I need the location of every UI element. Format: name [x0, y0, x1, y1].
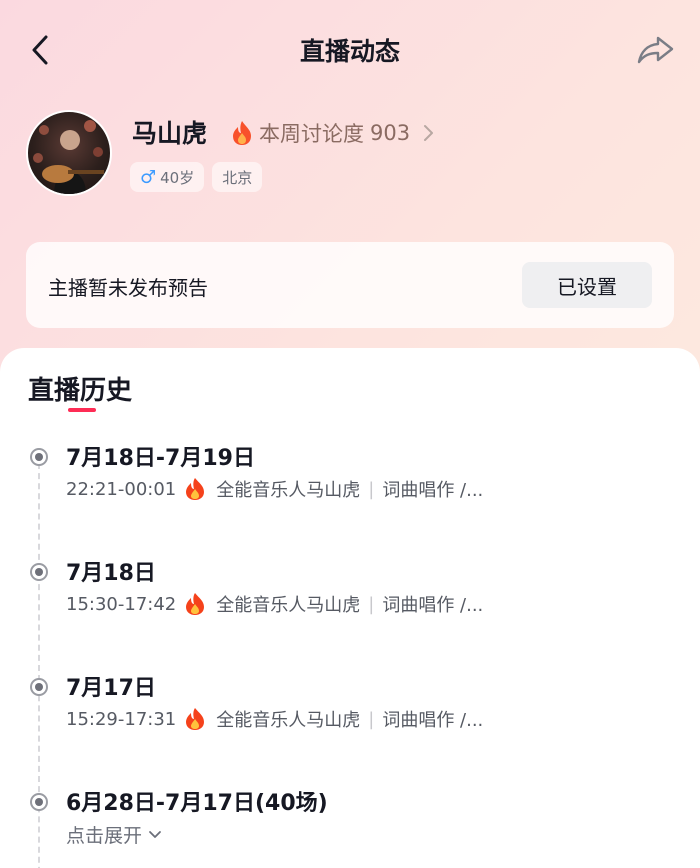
chevron-right-icon: [424, 125, 434, 141]
live-history-panel: 直播历史 7月18日-7月19日 22:21-00:01 全能音乐人马山虎 | …: [0, 348, 700, 868]
timeline-dot: [30, 448, 48, 466]
history-entry[interactable]: 7月18日-7月19日 22:21-00:01 全能音乐人马山虎 | 词曲唱作 …: [0, 440, 700, 520]
separator: |: [368, 593, 375, 615]
entry-title: 全能音乐人马山虎: [216, 595, 361, 616]
history-group-entry: 6月28日-7月17日(40场) 点击展开: [0, 785, 700, 865]
preview-notice-card: 主播暂未发布预告 已设置: [26, 242, 674, 328]
anchor-name[interactable]: 马山虎: [132, 114, 207, 150]
fire-icon: [186, 593, 205, 615]
chevron-down-icon: [149, 830, 161, 838]
reminder-set-button[interactable]: 已设置: [522, 262, 652, 308]
entry-tags: 词曲唱作 /...: [382, 480, 484, 501]
nav-bar: 直播动态: [0, 0, 700, 100]
weekly-heat-link[interactable]: 本周讨论度 903: [231, 118, 434, 148]
entry-date: 7月18日: [66, 561, 156, 586]
expand-button[interactable]: 点击展开: [66, 821, 162, 848]
group-date-range: 6月28日-7月17日(40场): [66, 791, 328, 816]
timeline-dot: [30, 563, 48, 581]
history-entry[interactable]: 7月17日 15:29-17:31 全能音乐人马山虎 | 词曲唱作 /...: [0, 670, 700, 750]
entry-tags: 词曲唱作 /...: [382, 595, 484, 616]
tab-underline: [68, 408, 96, 412]
age-text: 40岁: [160, 168, 195, 187]
page-title: 直播动态: [299, 37, 400, 66]
timeline-dot: [30, 793, 48, 811]
location-tag: 北京: [212, 162, 263, 192]
entry-time: 15:29-17:31: [66, 708, 177, 730]
heat-label: 本周讨论度: [259, 122, 364, 146]
entry-tags: 词曲唱作 /...: [382, 710, 484, 731]
entry-detail: 15:29-17:31 全能音乐人马山虎 | 词曲唱作 /...: [66, 706, 546, 732]
expand-label: 点击展开: [66, 825, 143, 847]
share-icon: [637, 36, 674, 64]
profile-section: 马山虎 本周讨论度 903 ♂ 40岁 北京: [26, 110, 674, 200]
location-text: 北京: [222, 168, 253, 187]
avatar[interactable]: [26, 110, 112, 196]
entry-date: 7月17日: [66, 676, 156, 701]
separator: |: [368, 478, 375, 500]
entry-date: 7月18日-7月19日: [66, 446, 255, 471]
avatar-image: [33, 120, 104, 194]
share-button[interactable]: [634, 30, 678, 70]
timeline-dot: [30, 678, 48, 696]
entry-time: 15:30-17:42: [66, 593, 177, 615]
entry-detail: 15:30-17:42 全能音乐人马山虎 | 词曲唱作 /...: [66, 591, 546, 617]
entry-title: 全能音乐人马山虎: [216, 480, 361, 501]
entry-title: 全能音乐人马山虎: [216, 710, 361, 731]
flame-icon: [233, 121, 251, 145]
history-title: 直播历史: [28, 376, 133, 406]
history-entry[interactable]: 7月18日 15:30-17:42 全能音乐人马山虎 | 词曲唱作 /...: [0, 555, 700, 635]
fire-icon: [186, 478, 205, 500]
separator: |: [368, 708, 375, 730]
profile-tags: ♂ 40岁 北京: [130, 162, 263, 192]
notice-text: 主播暂未发布预告: [48, 276, 208, 300]
fire-icon: [186, 708, 205, 730]
entry-time: 22:21-00:01: [66, 478, 177, 500]
gender-age-tag: ♂ 40岁: [130, 162, 205, 192]
entry-detail: 22:21-00:01 全能音乐人马山虎 | 词曲唱作 /...: [66, 476, 546, 502]
heat-value: 903: [370, 121, 411, 145]
male-icon: ♂: [140, 166, 157, 188]
